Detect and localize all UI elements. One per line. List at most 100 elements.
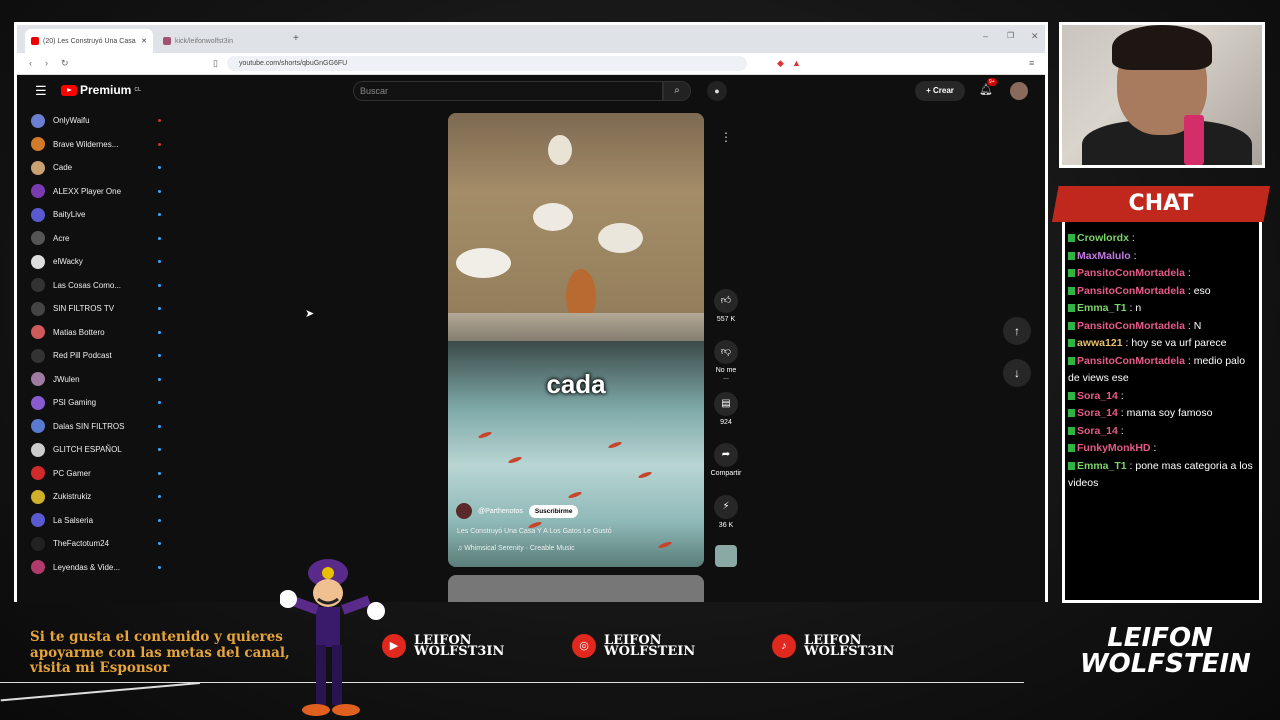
live-indicator-icon [158, 142, 161, 146]
chat-username[interactable]: Emma_T1 [1077, 460, 1127, 472]
sidebar-subscription-item[interactable]: GLITCH ESPAÑOL [31, 438, 161, 462]
sidebar-subscription-item[interactable]: Cade [31, 156, 161, 180]
like-action[interactable]: 👍︎ 557 K [714, 289, 738, 323]
chat-username[interactable]: Sora_14 [1077, 390, 1118, 402]
tiktok-icon: ♪ [772, 634, 796, 658]
address-bar: ‹ › ↻ ▯ youtube.com/shorts/qbuGnGG6FU ◆ … [17, 53, 1045, 75]
chat-username[interactable]: Crowlordx [1077, 232, 1129, 244]
sidebar-subscription-item[interactable]: Matias Bottero [31, 321, 161, 345]
chat-username[interactable]: PansitoConMortadela [1077, 285, 1185, 297]
sound-thumbnail[interactable] [715, 545, 737, 567]
share-action[interactable]: ➦ Compartir [707, 443, 745, 477]
chat-username[interactable]: Sora_14 [1077, 407, 1118, 419]
sidebar-subscription-item[interactable]: Las Cosas Como... [31, 274, 161, 298]
new-content-dot-icon [158, 448, 161, 452]
new-tab-icon[interactable]: + [293, 33, 299, 44]
short-music[interactable]: ♫ Whimsical Serenity · Creable Music [457, 545, 575, 552]
chat-username[interactable]: MaxMalulo [1077, 250, 1131, 262]
menu-dots-icon[interactable]: ≡ [1029, 58, 1034, 68]
sidebar-subscription-item[interactable]: OnlyWaifu [31, 109, 161, 133]
sidebar-subscription-item[interactable]: elWacky [31, 250, 161, 274]
social-instagram: ◎ LEIFON WOLFSTEIN [572, 634, 695, 658]
share-icon[interactable]: ➦ [714, 443, 738, 467]
channel-avatar-icon [31, 254, 45, 269]
sidebar-subscription-item[interactable]: Zukistrukiz [31, 485, 161, 509]
youtube-premium-logo[interactable]: Premium CL [61, 83, 141, 97]
logo-line1: LEIFON [1107, 623, 1213, 653]
cat-figure [533, 203, 573, 231]
comments-action[interactable]: ▤ 924 [714, 392, 738, 426]
dislike-action[interactable]: 👎︎ No me ... [714, 340, 738, 381]
dislike-label: No me ... [715, 367, 737, 381]
sidebar-subscription-item[interactable]: SIN FILTROS TV [31, 297, 161, 321]
short-title[interactable]: Les Construyó Una Casa Y A Los Gatos Le … [457, 528, 612, 535]
sidebar-subscription-item[interactable]: PSI Gaming [31, 391, 161, 415]
search-input[interactable]: Buscar [353, 81, 663, 101]
close-window-icon[interactable]: ✕ [1031, 31, 1039, 42]
next-short-preview[interactable] [448, 575, 704, 602]
reload-icon[interactable]: ↻ [61, 58, 69, 69]
new-content-dot-icon [158, 495, 161, 499]
new-content-dot-icon [158, 260, 161, 264]
sidebar-subscription-item[interactable]: Red Pill Podcast [31, 344, 161, 368]
chat-message: PansitoConMortadela : medio palo de view… [1068, 353, 1258, 388]
chat-badge-icon [1068, 339, 1075, 348]
chat-username[interactable]: awwa121 [1077, 337, 1123, 349]
short-video-player[interactable]: cada @Parthenotos Suscribirme Les Constr… [448, 113, 704, 567]
channel-avatar-icon [31, 560, 45, 575]
channel-avatar-icon [31, 325, 45, 340]
maximize-icon[interactable]: ❐ [1007, 31, 1014, 40]
sidebar-subscription-item[interactable]: Brave Wildernes... [31, 133, 161, 157]
sidebar-subscription-item[interactable]: Dalas SIN FILTROS [31, 415, 161, 439]
logo-line2: WOLFSTEIN [1080, 649, 1251, 679]
chat-separator: : [1184, 319, 1194, 332]
sidebar-subscription-item[interactable]: La Salseria [31, 509, 161, 533]
hamburger-icon[interactable]: ☰ [35, 83, 47, 99]
subscribe-button[interactable]: Suscribirme [528, 504, 579, 518]
subscription-label: OnlyWaifu [53, 116, 90, 126]
create-button[interactable]: + Crear [915, 81, 965, 101]
tab-kick[interactable]: kick/leifonwolfst3in [157, 29, 285, 53]
thumbs-down-icon[interactable]: 👎︎ [714, 340, 738, 364]
back-icon[interactable]: ‹ [29, 58, 32, 68]
chat-username[interactable]: PansitoConMortadela [1077, 355, 1185, 367]
sidebar-subscription-item[interactable]: TheFactotum24 [31, 532, 161, 556]
channel-avatar-icon [31, 207, 45, 222]
chat-username[interactable]: Emma_T1 [1077, 302, 1127, 314]
channel-row: @Parthenotos Suscribirme [456, 503, 579, 519]
channel-avatar-icon [31, 278, 45, 293]
sidebar-subscription-item[interactable]: Acre [31, 227, 161, 251]
close-tab-icon[interactable]: ✕ [141, 37, 147, 45]
search-button[interactable]: ⌕ [663, 81, 691, 101]
comment-icon[interactable]: ▤ [714, 392, 738, 416]
account-avatar[interactable] [1010, 82, 1028, 100]
previous-short-button[interactable]: ↑ [1003, 317, 1031, 345]
youtube-play-icon [61, 84, 77, 96]
remix-action[interactable]: ⚡︎ 36 K [714, 495, 738, 529]
more-options-icon[interactable]: ⋮ [714, 125, 738, 149]
forward-icon[interactable]: › [45, 58, 48, 68]
channel-name[interactable]: @Parthenotos [478, 508, 523, 515]
channel-avatar[interactable] [456, 503, 472, 519]
bookmark-icon[interactable]: ▯ [213, 58, 218, 69]
tab-youtube[interactable]: (20) Les Construyó Una Casa ✕ [25, 29, 153, 53]
chat-username[interactable]: PansitoConMortadela [1077, 267, 1185, 279]
sidebar-subscription-item[interactable]: BaityLive [31, 203, 161, 227]
search-icon: ⌕ [674, 85, 680, 96]
remix-icon[interactable]: ⚡︎ [714, 495, 738, 519]
voice-search-button[interactable]: ● [707, 81, 727, 101]
minimize-icon[interactable]: – [983, 31, 988, 41]
extension-icon[interactable]: ◆ [777, 58, 784, 69]
thumbs-up-icon[interactable]: 👍︎ [714, 289, 738, 313]
extension-icon[interactable]: ▲ [792, 58, 801, 68]
url-field[interactable]: youtube.com/shorts/qbuGnGG6FU [227, 56, 747, 71]
sidebar-subscription-item[interactable]: Leyendas & Vide... [31, 556, 161, 580]
chat-username[interactable]: FunkyMonkHD [1077, 442, 1151, 454]
sidebar-subscription-item[interactable]: JWulen [31, 368, 161, 392]
chat-username[interactable]: PansitoConMortadela [1077, 320, 1185, 332]
sidebar-subscription-item[interactable]: ALEXX Player One [31, 180, 161, 204]
next-short-button[interactable]: ↓ [1003, 359, 1031, 387]
chat-message: PansitoConMortadela : N [1068, 318, 1258, 336]
chat-username[interactable]: Sora_14 [1077, 425, 1118, 437]
sidebar-subscription-item[interactable]: PC Gamer [31, 462, 161, 486]
